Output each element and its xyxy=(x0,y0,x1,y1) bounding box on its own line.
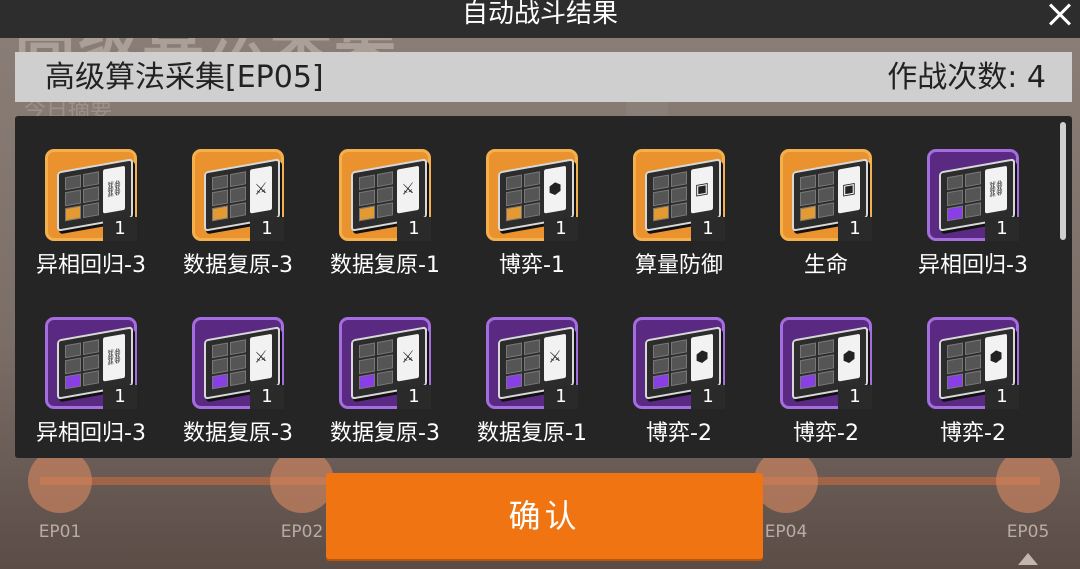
reward-item-label: 异相回归-3 xyxy=(918,253,1028,278)
scrollbar[interactable] xyxy=(1060,122,1066,240)
chip-symbol-icon: ▣ xyxy=(841,178,857,199)
quantity-badge: 1 xyxy=(250,385,284,409)
reward-item[interactable]: ⛓ 1 异相回归-3 xyxy=(15,284,146,446)
quantity-badge: 1 xyxy=(691,217,725,241)
reward-item[interactable]: ⛓ 1 异相回归-3 xyxy=(887,116,1028,278)
stage-node-ep02 xyxy=(270,449,334,513)
chip-symbol-icon: ⛓ xyxy=(104,345,124,368)
chip-symbol-icon: ⚔ xyxy=(548,346,562,367)
quantity-badge: 1 xyxy=(103,385,137,409)
quantity-badge: 1 xyxy=(985,385,1019,409)
quantity-badge: 1 xyxy=(691,385,725,409)
close-icon[interactable] xyxy=(1042,0,1078,32)
reward-item[interactable]: ⚔ 1 数据复原-1 xyxy=(299,116,440,278)
reward-item[interactable]: ⚔ 1 数据复原-3 xyxy=(299,284,440,446)
stage-node-ep05 xyxy=(996,449,1060,513)
chip-symbol-icon: ⬢ xyxy=(548,178,562,199)
reward-item[interactable]: ⚔ 1 数据复原-1 xyxy=(446,284,587,446)
battle-count: 作战次数: 4 xyxy=(887,60,1046,95)
algorithm-chip-icon: ⛓ 1 xyxy=(927,149,1019,241)
quantity-badge: 1 xyxy=(985,217,1019,241)
reward-item[interactable]: ⛓ 1 异相回归-3 xyxy=(15,116,146,278)
quantity-badge: 1 xyxy=(250,217,284,241)
reward-item[interactable]: ⬢ 1 博弈-2 xyxy=(740,284,880,446)
reward-item[interactable]: ⬢ 1 博弈-2 xyxy=(593,284,733,446)
chip-symbol-icon: ⚔ xyxy=(254,346,268,367)
reward-item[interactable]: ▣ 1 生命 xyxy=(740,116,880,278)
dialog-title: 自动战斗结果 xyxy=(461,0,618,29)
algorithm-chip-icon: ⛓ 1 xyxy=(45,149,137,241)
stage-header: 高级算法采集[EP05] 作战次数: 4 xyxy=(15,52,1072,102)
chip-symbol-icon: ⚔ xyxy=(401,178,415,199)
reward-list[interactable]: ⛓ 1 异相回归-3 ⚔ 1 数据复原-3 ⚔ 1 数据复原-1 ⬢ 1 博弈-1 ▣ 1 算量防御 ▣ 1 生命… xyxy=(15,116,1072,458)
chip-symbol-icon: ⚔ xyxy=(401,346,415,367)
algorithm-chip-icon: ⛓ 1 xyxy=(45,317,137,409)
reward-item[interactable]: ⬢ 1 博弈-1 xyxy=(446,116,586,278)
chip-symbol-icon: ⛓ xyxy=(104,177,124,200)
algorithm-chip-icon: ⬢ 1 xyxy=(486,149,578,241)
quantity-badge: 1 xyxy=(397,385,431,409)
quantity-badge: 1 xyxy=(544,217,578,241)
algorithm-chip-icon: ⚔ 1 xyxy=(486,317,578,409)
algorithm-chip-icon: ⬢ 1 xyxy=(927,317,1019,409)
reward-item-label: 博弈-2 xyxy=(940,421,1006,446)
algorithm-chip-icon: ⚔ 1 xyxy=(339,149,431,241)
algorithm-chip-icon: ▣ 1 xyxy=(633,149,725,241)
stage-name: 高级算法采集[EP05] xyxy=(45,60,324,95)
stage-node-label: EP01 xyxy=(38,522,82,542)
chip-symbol-icon: ⬢ xyxy=(695,346,709,367)
algorithm-chip-icon: ⬢ 1 xyxy=(633,317,725,409)
stage-node-ep01 xyxy=(28,449,92,513)
stage-node-label: EP05 xyxy=(1006,522,1050,542)
quantity-badge: 1 xyxy=(103,217,137,241)
chip-symbol-icon: ⬢ xyxy=(842,346,856,367)
confirm-button[interactable]: 确认 xyxy=(326,473,763,559)
algorithm-chip-icon: ▣ 1 xyxy=(780,149,872,241)
reward-item[interactable]: ⬢ 1 博弈-2 xyxy=(887,284,1027,446)
algorithm-chip-icon: ⚔ 1 xyxy=(192,149,284,241)
algorithm-chip-icon: ⚔ 1 xyxy=(192,317,284,409)
chip-symbol-icon: ⚔ xyxy=(254,178,268,199)
quantity-badge: 1 xyxy=(397,217,431,241)
chip-symbol-icon: ▣ xyxy=(694,178,710,199)
quantity-badge: 1 xyxy=(544,385,578,409)
reward-item[interactable]: ▣ 1 算量防御 xyxy=(593,116,733,278)
reward-item[interactable]: ⚔ 1 数据复原-3 xyxy=(152,284,293,446)
quantity-badge: 1 xyxy=(838,385,872,409)
dialog-title-bar: 自动战斗结果 xyxy=(0,0,1080,38)
chip-symbol-icon: ⬢ xyxy=(989,346,1003,367)
current-stage-arrow-icon xyxy=(1018,553,1038,565)
algorithm-chip-icon: ⚔ 1 xyxy=(339,317,431,409)
quantity-badge: 1 xyxy=(838,217,872,241)
stage-node-ep04 xyxy=(754,449,818,513)
algorithm-chip-icon: ⬢ 1 xyxy=(780,317,872,409)
reward-item[interactable]: ⚔ 1 数据复原-3 xyxy=(152,116,293,278)
chip-symbol-icon: ⛓ xyxy=(986,177,1006,200)
